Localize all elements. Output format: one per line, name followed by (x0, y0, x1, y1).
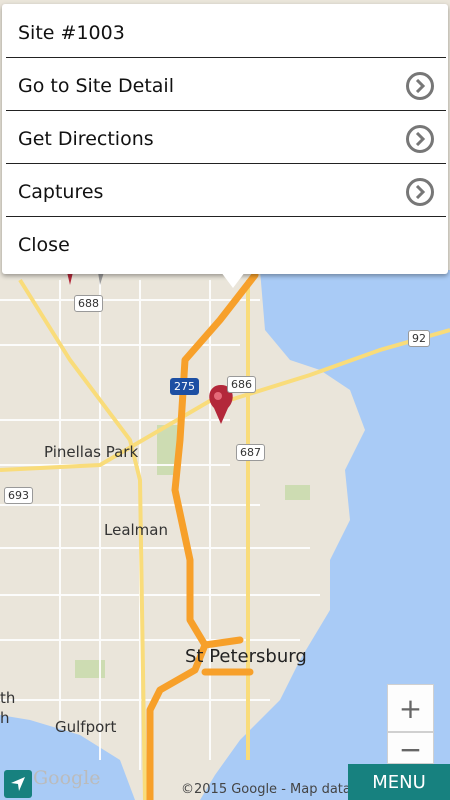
site-title: Site #1003 (18, 21, 125, 44)
route-shield: 686 (227, 376, 256, 393)
place-label: Pinellas Park (44, 443, 139, 461)
route-shield: 687 (236, 444, 265, 461)
navigation-arrow-icon[interactable] (4, 770, 32, 798)
interstate-shield: 275 (170, 378, 199, 395)
divider (6, 163, 446, 164)
place-label: Lealman (104, 521, 168, 539)
route-shield: 688 (74, 295, 103, 312)
route-shield: 92 (408, 330, 430, 347)
close-item[interactable]: Close (2, 218, 448, 271)
divider (6, 57, 446, 58)
close-label: Close (18, 233, 70, 256)
map-attribution[interactable]: ©2015 Google - Map data (181, 782, 351, 797)
site-popup: Site #1003 Go to Site Detail Get Directi… (2, 4, 448, 274)
zoom-out-button[interactable]: − (387, 732, 434, 766)
place-label: th (0, 689, 16, 707)
chevron-right-icon[interactable] (406, 71, 434, 100)
google-logo: Google (33, 767, 101, 789)
divider (6, 110, 446, 111)
chevron-right-icon[interactable] (406, 124, 434, 153)
zoom-in-button[interactable]: + (387, 684, 434, 732)
place-label: St Petersburg (185, 646, 307, 667)
menu-button[interactable]: MENU (348, 764, 450, 800)
captures-item[interactable]: Captures (2, 165, 448, 218)
place-label: Gulfport (55, 718, 117, 736)
get-directions-item[interactable]: Get Directions (2, 112, 448, 165)
menu-item-label: Captures (18, 180, 104, 203)
divider (6, 216, 446, 217)
popup-tail (221, 272, 245, 288)
chevron-right-icon[interactable] (406, 177, 434, 206)
popup-title: Site #1003 (2, 6, 448, 59)
route-shield: 693 (4, 487, 33, 504)
place-label: h (0, 709, 10, 727)
park (285, 485, 310, 500)
menu-item-label: Go to Site Detail (18, 74, 174, 97)
menu-item-label: Get Directions (18, 127, 154, 150)
go-to-site-detail-item[interactable]: Go to Site Detail (2, 59, 448, 112)
